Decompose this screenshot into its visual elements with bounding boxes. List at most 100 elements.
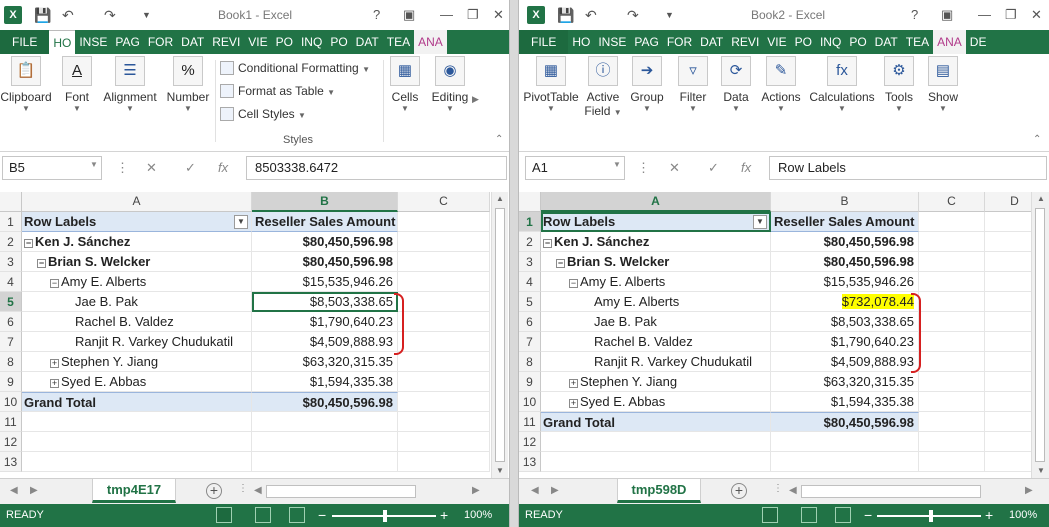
- pivot-value-header[interactable]: Reseller Sales Amount: [252, 212, 398, 232]
- pivot-row-label[interactable]: − Amy E. Alberts: [22, 272, 252, 292]
- collapse-icon[interactable]: −: [24, 239, 33, 248]
- tab-pag[interactable]: PAG: [630, 30, 662, 54]
- row-header[interactable]: 12: [519, 432, 541, 452]
- pivot-value-header[interactable]: Reseller Sales Amount: [771, 212, 919, 232]
- tab-pag[interactable]: PAG: [111, 30, 143, 54]
- scroll-left-icon[interactable]: ◀: [254, 485, 262, 496]
- pivot-value-cell[interactable]: $1,594,335.38: [252, 372, 398, 392]
- empty-cell[interactable]: [398, 312, 490, 332]
- sheet-tab[interactable]: tmp4E17: [92, 479, 176, 503]
- filter-group[interactable]: ▿ Filter ▼: [673, 56, 713, 114]
- empty-cell[interactable]: [919, 352, 985, 372]
- pivot-value-cell[interactable]: $8,503,338.65: [771, 312, 919, 332]
- add-sheet-icon[interactable]: +: [206, 483, 222, 499]
- pivot-value-cell[interactable]: $4,509,888.93: [252, 332, 398, 352]
- empty-cell[interactable]: [919, 412, 985, 432]
- tab-revi[interactable]: REVI: [727, 30, 763, 54]
- collapse-icon[interactable]: −: [50, 279, 59, 288]
- tab-po[interactable]: PO: [272, 30, 297, 54]
- enter-formula-icon[interactable]: ✓: [708, 160, 719, 176]
- pivot-row-label[interactable]: [22, 432, 252, 452]
- scroll-down-icon[interactable]: ▼: [496, 466, 504, 475]
- page-layout-view-icon[interactable]: [801, 507, 817, 523]
- tab-file[interactable]: FILE: [0, 30, 50, 54]
- row-header[interactable]: 9: [0, 372, 22, 392]
- prev-sheet-icon[interactable]: ◀: [531, 485, 539, 496]
- tab-split-icon[interactable]: ⋮: [773, 483, 783, 494]
- zoom-out-icon[interactable]: −: [318, 507, 326, 523]
- empty-cell[interactable]: [398, 232, 490, 252]
- tab-inq[interactable]: INQ: [297, 30, 326, 54]
- empty-cell[interactable]: [398, 252, 490, 272]
- editing-group[interactable]: ◉ Editing ▼: [428, 56, 472, 114]
- zoom-level[interactable]: 100%: [464, 509, 492, 521]
- ribbon-display-icon[interactable]: ▣: [941, 6, 953, 24]
- cell-styles-button[interactable]: Cell Styles ▼: [220, 104, 370, 127]
- tools-group[interactable]: ⚙ Tools ▼: [879, 56, 919, 114]
- pivot-row-label[interactable]: Rachel B. Valdez: [541, 332, 771, 352]
- pivot-row-labels-header[interactable]: Row Labels ▼: [22, 212, 252, 232]
- pivot-row-label[interactable]: Rachel B. Valdez: [22, 312, 252, 332]
- scroll-up-icon[interactable]: ▲: [496, 194, 504, 203]
- vertical-scrollbar[interactable]: ▲ ▼: [1031, 192, 1049, 478]
- tab-dat[interactable]: DAT: [177, 30, 208, 54]
- sheet-tab[interactable]: tmp598D: [617, 479, 701, 503]
- empty-cell[interactable]: [919, 452, 985, 472]
- name-box[interactable]: B5: [2, 156, 102, 180]
- tab-for[interactable]: FOR: [663, 30, 696, 54]
- row-header[interactable]: 6: [0, 312, 22, 332]
- pivot-row-label[interactable]: + Stephen Y. Jiang: [22, 352, 252, 372]
- pivot-row-label[interactable]: [541, 452, 771, 472]
- name-box[interactable]: A1: [525, 156, 625, 180]
- empty-cell[interactable]: [919, 252, 985, 272]
- enter-formula-icon[interactable]: ✓: [185, 160, 196, 176]
- tab-dat[interactable]: DAT: [871, 30, 902, 54]
- zoom-in-icon[interactable]: +: [440, 507, 448, 523]
- active-field-group[interactable]: ⓘ Active Field ▼: [583, 56, 623, 118]
- scroll-thumb[interactable]: [1035, 208, 1045, 462]
- name-box-dropdown-icon[interactable]: ▼: [613, 160, 621, 169]
- row-header[interactable]: 4: [519, 272, 541, 292]
- restore-icon[interactable]: ❐: [467, 6, 479, 24]
- collapse-ribbon-icon[interactable]: ⌃: [1033, 134, 1041, 145]
- tab-dat[interactable]: DAT: [696, 30, 727, 54]
- pivot-value-cell[interactable]: $80,450,596.98: [771, 412, 919, 432]
- pivot-value-cell[interactable]: [252, 412, 398, 432]
- redo-icon[interactable]: ↷: [627, 6, 639, 24]
- page-break-view-icon[interactable]: [289, 507, 305, 523]
- save-icon[interactable]: 💾: [557, 6, 574, 24]
- row-header[interactable]: 8: [0, 352, 22, 372]
- pivot-row-label[interactable]: − Ken J. Sánchez: [22, 232, 252, 252]
- horizontal-scrollbar[interactable]: [266, 485, 416, 498]
- name-box-dropdown-icon[interactable]: ▼: [90, 160, 98, 169]
- column-header-c[interactable]: C: [398, 192, 490, 212]
- help-icon[interactable]: ?: [373, 6, 380, 24]
- pivot-value-cell[interactable]: $15,535,946.26: [771, 272, 919, 292]
- vertical-scrollbar[interactable]: ▲ ▼: [491, 192, 508, 478]
- row-header[interactable]: 8: [519, 352, 541, 372]
- collapse-icon[interactable]: −: [569, 279, 578, 288]
- empty-cell[interactable]: [398, 352, 490, 372]
- tab-ana[interactable]: ANA: [414, 30, 447, 54]
- tab-de[interactable]: DE: [966, 30, 991, 54]
- row-header[interactable]: 11: [519, 412, 541, 432]
- pivot-value-cell[interactable]: $15,535,946.26: [252, 272, 398, 292]
- empty-cell[interactable]: [398, 432, 490, 452]
- pivot-value-cell[interactable]: $80,450,596.98: [771, 252, 919, 272]
- zoom-level[interactable]: 100%: [1009, 509, 1037, 521]
- row-header[interactable]: 11: [0, 412, 22, 432]
- pivot-grand-total-label[interactable]: Grand Total: [22, 392, 252, 412]
- row-header[interactable]: 6: [519, 312, 541, 332]
- pivot-value-cell[interactable]: $1,790,640.23: [252, 312, 398, 332]
- insert-function-icon[interactable]: fx: [218, 160, 228, 175]
- minimize-icon[interactable]: —: [440, 6, 453, 24]
- expand-icon[interactable]: +: [50, 359, 59, 368]
- row-header[interactable]: 5: [519, 292, 541, 312]
- number-group[interactable]: % Number ▼: [162, 56, 214, 114]
- tab-tea[interactable]: TEA: [383, 30, 414, 54]
- calculations-group[interactable]: fx Calculations ▼: [807, 56, 877, 114]
- tab-for[interactable]: FOR: [144, 30, 177, 54]
- restore-icon[interactable]: ❐: [1005, 6, 1017, 24]
- pivot-row-label[interactable]: Ranjit R. Varkey Chudukatil: [541, 352, 771, 372]
- customize-qat-icon[interactable]: ▼: [142, 6, 151, 24]
